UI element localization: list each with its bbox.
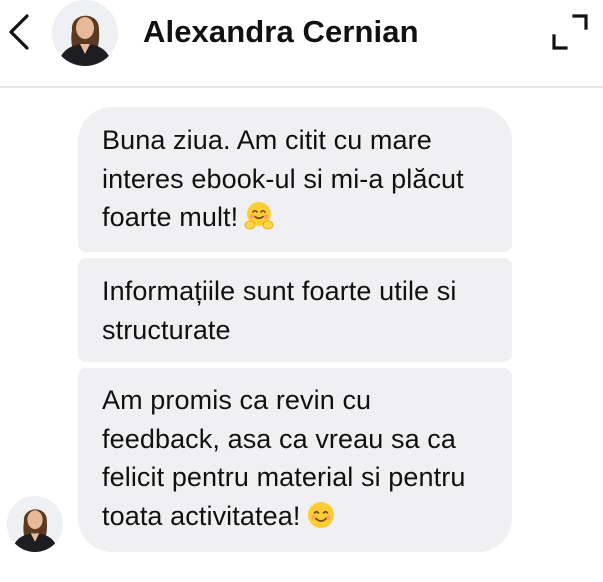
back-button[interactable]: [2, 12, 36, 52]
expand-icon: [552, 14, 588, 50]
chat-header: Alexandra Cernian: [0, 0, 603, 88]
message-bubble[interactable]: Am promis ca revin cu feedback, asa ca v…: [78, 368, 512, 552]
message-text: Informațiile sunt foarte utile si struct…: [102, 276, 457, 345]
smiling-face-emoji: [308, 501, 335, 528]
expand-button[interactable]: [548, 10, 592, 54]
contact-name[interactable]: Alexandra Cernian: [143, 12, 419, 52]
contact-avatar[interactable]: [52, 0, 118, 66]
chevron-left-icon: [9, 14, 29, 50]
profile-photo: [7, 496, 63, 552]
message-bubble[interactable]: Buna ziua. Am citit cu mare interes eboo…: [78, 107, 512, 252]
message-text: Am promis ca revin cu feedback, asa ca v…: [102, 385, 466, 531]
hugging-face-emoji: [244, 202, 274, 230]
profile-photo: [52, 0, 118, 66]
message-bubble[interactable]: Informațiile sunt foarte utile si struct…: [78, 258, 512, 362]
message-text: Buna ziua. Am citit cu mare interes eboo…: [102, 125, 464, 232]
sender-avatar[interactable]: [7, 496, 63, 552]
